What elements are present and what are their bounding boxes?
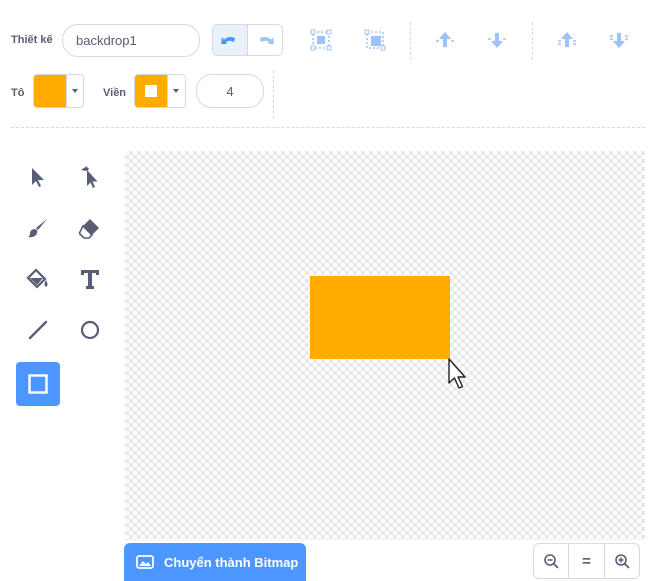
ungroup-button[interactable] [358,24,392,56]
zoom-out-icon [544,554,559,569]
rectangle-tool[interactable] [16,362,60,406]
caret-down-icon [72,89,78,93]
outline-color-picker[interactable] [134,74,186,108]
eraser-icon [78,219,99,239]
caret-down-icon [173,89,179,93]
redo-button[interactable] [247,25,282,55]
eraser-tool[interactable] [70,208,110,248]
group-icon [310,29,332,51]
outline-dropdown[interactable] [168,75,184,107]
fill-color-swatch [34,75,67,107]
back-icon [610,33,628,48]
arrow-select-icon [32,168,44,187]
forward-button[interactable] [428,24,462,56]
outline-color-swatch [135,75,168,107]
rectangle-shape[interactable] [310,276,450,359]
brush-icon [28,219,47,238]
zoom-out-button[interactable] [534,544,568,578]
backward-icon [488,33,506,48]
brush-tool[interactable] [18,208,58,248]
fill-label: Tô [11,87,25,99]
front-icon [558,32,576,47]
divider [532,22,533,60]
outline-label: Viền [103,87,127,99]
text-icon [81,270,99,289]
paint-canvas[interactable] [125,151,645,540]
forward-icon [436,32,454,47]
image-icon [136,555,154,569]
text-tool[interactable] [70,259,110,299]
toolbar-separator [11,127,645,128]
line-tool[interactable] [18,310,58,350]
zoom-in-button[interactable] [605,544,639,578]
costume-name-input[interactable] [62,24,200,57]
convert-to-bitmap-button[interactable]: Chuyển thành Bitmap [124,543,306,581]
zoom-controls: = [533,543,640,579]
zoom-reset-button[interactable]: = [568,544,605,578]
paint-bucket-icon [26,268,48,289]
undo-redo-group [212,24,283,56]
ungroup-icon [364,29,386,51]
undo-icon [221,37,235,44]
divider [273,70,274,118]
backward-button[interactable] [480,24,514,56]
fill-tool[interactable] [18,259,58,299]
line-icon [28,320,48,340]
circle-tool[interactable] [70,310,110,350]
reshape-icon [81,166,98,188]
group-button[interactable] [304,24,338,56]
divider [410,22,411,60]
mouse-cursor-icon [448,358,466,389]
back-button[interactable] [602,24,636,56]
undo-button[interactable] [213,25,247,55]
costume-label: Thiết kế [11,34,53,46]
outline-width-input[interactable] [196,74,264,108]
circle-icon [80,320,100,340]
fill-dropdown[interactable] [67,75,83,107]
redo-icon [260,37,274,44]
convert-label: Chuyển thành Bitmap [164,554,299,570]
reshape-tool[interactable] [70,157,110,197]
front-button[interactable] [550,24,584,56]
rectangle-icon [28,374,48,394]
zoom-in-icon [615,554,630,569]
fill-color-picker[interactable] [33,74,84,108]
select-tool[interactable] [18,157,58,197]
